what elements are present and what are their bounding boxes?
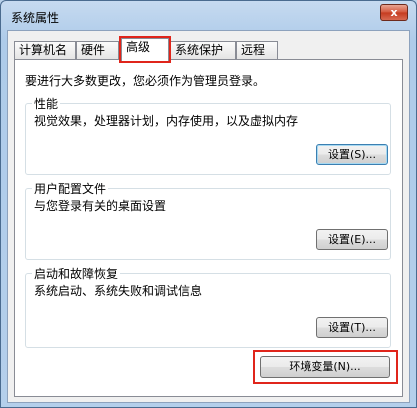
close-icon: x [390,6,398,19]
user-profiles-group: 用户配置文件 与您登录有关的桌面设置 设置(E)... [25,180,391,260]
performance-group-title: 性能 [32,95,61,112]
tab-system-protection[interactable]: 系统保护 [170,41,236,60]
startup-recovery-group-title: 启动和故障恢复 [32,265,121,282]
environment-variables-button[interactable]: 环境变量(N)... [260,356,390,378]
admin-notice: 要进行大多数更改，您必须作为管理员登录。 [25,74,266,88]
user-profiles-settings-button[interactable]: 设置(E)... [316,229,388,250]
performance-settings-button[interactable]: 设置(S)... [316,144,388,165]
window-title: 系统属性 [11,11,60,25]
startup-recovery-group: 启动和故障恢复 系统启动、系统失败和调试信息 设置(T)... [25,265,391,348]
performance-description: 视觉效果，处理器计划，内存使用，以及虚拟内存 [34,114,299,128]
user-profiles-group-title: 用户配置文件 [32,180,109,197]
advanced-tab-panel: 要进行大多数更改，您必须作为管理员登录。 性能 视觉效果，处理器计划，内存使用，… [14,59,403,397]
close-button[interactable]: x [380,4,408,21]
tab-advanced[interactable]: 高级 [119,36,171,63]
dialog-client-area: 计算机名 硬件 高级 系统保护 远程 要进行大多数更改，您必须作为管理员登录。 … [7,30,410,403]
system-properties-window: 系统属性 x 计算机名 硬件 高级 系统保护 远程 要进行大多数更改，您必须作为… [0,0,417,408]
tab-remote[interactable]: 远程 [236,41,278,60]
performance-group: 性能 视觉效果，处理器计划，内存使用，以及虚拟内存 设置(S)... [25,95,391,175]
tab-hardware[interactable]: 硬件 [76,41,119,60]
startup-recovery-description: 系统启动、系统失败和调试信息 [34,284,203,298]
tab-computer-name[interactable]: 计算机名 [14,41,76,60]
startup-recovery-settings-button[interactable]: 设置(T)... [316,317,388,338]
user-profiles-description: 与您登录有关的桌面设置 [34,199,167,213]
